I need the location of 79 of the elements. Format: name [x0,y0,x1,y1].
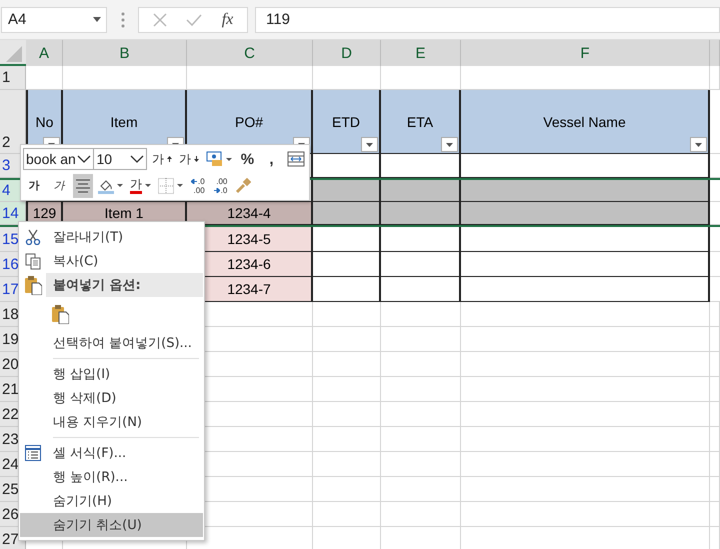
list-icon [25,445,41,461]
menu-item[interactable]: 행 삭제(D) [46,386,203,410]
font-size-field[interactable]: 10 [93,148,147,170]
chevron-icon [77,155,92,164]
column-heading-cell: ETD [313,90,381,154]
formula-field[interactable]: 119 [255,6,720,32]
column-header[interactable]: A [26,40,63,66]
caret-icon [117,184,123,188]
borders-icon [158,178,174,194]
align-center-button[interactable] [73,174,93,198]
table-cell [313,452,381,477]
up-arrow-icon [166,156,172,162]
scissors-icon [25,229,41,245]
table-cell [710,477,720,502]
row-header[interactable]: 14 [0,202,26,225]
clipboard-icon [51,304,69,324]
table-cell [313,502,381,527]
table-cell [710,302,720,327]
menu-item[interactable]: 행 삽입(I) [46,362,203,386]
check-icon[interactable] [186,12,202,26]
italic-button[interactable]: 가 [48,174,70,198]
caret-icon [145,184,151,188]
menu-heading: 붙여넣기 옵션: [46,273,203,297]
bold-button[interactable]: 가 [23,174,45,198]
painter-icon [235,178,252,194]
table-cell [710,427,720,452]
name-box[interactable]: A4 [1,6,107,32]
row-header[interactable]: 1 [0,66,26,90]
table-cell [313,302,381,327]
table-cell [710,502,720,527]
arrow-icon [191,178,197,184]
table-cell [710,402,720,427]
caret-icon [226,158,232,161]
table-cell: 1234-4 [187,202,313,225]
table-cell [710,327,720,352]
row-header[interactable]: 2 [0,90,26,154]
table-cell [313,477,381,502]
align-icon [75,178,91,194]
table-cell [710,66,720,90]
table-cell [313,352,381,377]
increase-decimal-button[interactable]: .0 .00 [188,174,208,198]
table-cell [710,452,720,477]
grip-icon [121,12,125,28]
clipboard-icon [24,276,42,294]
filter-dropdown-icon[interactable] [690,137,707,152]
column-header[interactable]: F [461,40,710,66]
down-arrow-icon [194,156,199,162]
caret-icon [177,184,183,188]
menu-item[interactable]: 내용 지우기(N) [46,410,203,434]
caret-icon [93,17,101,22]
column-header[interactable]: E [381,40,461,66]
table-cell [313,327,381,352]
menu-item[interactable]: 선택하여 붙여넣기(S)... [46,331,203,355]
fill-icon [98,178,114,194]
column-header[interactable]: D [313,40,381,66]
column-heading-cell: Vessel Name [461,90,710,154]
menu-item[interactable]: 셀 서식(F)... [46,441,203,465]
chevron-icon [130,155,144,164]
table-cell [710,377,720,402]
menu-item[interactable]: 숨기기(H) [46,489,203,513]
table-cell [710,352,720,377]
copy-icon [25,252,41,270]
decrease-decimal-button[interactable]: .00 .0 [210,174,230,198]
table-cell [313,427,381,452]
column-heading-cell: ETA [381,90,461,154]
table-cell [313,402,381,427]
column-header[interactable]: C [187,40,313,66]
filter-dropdown-icon[interactable] [361,137,378,152]
arrow-icon [214,188,220,193]
font-name-field[interactable]: book an [23,148,94,170]
font-color-button[interactable]: 가 [128,174,153,198]
table-cell [313,377,381,402]
menu-item[interactable]: 행 높이(R)... [46,465,203,489]
insert-function-button[interactable]: fx [222,10,234,28]
paste-button[interactable] [49,302,71,326]
filter-dropdown-icon[interactable] [441,137,458,152]
wrap-icon [287,151,306,168]
accounting-icon [206,151,223,168]
column-header[interactable]: B [63,40,187,66]
